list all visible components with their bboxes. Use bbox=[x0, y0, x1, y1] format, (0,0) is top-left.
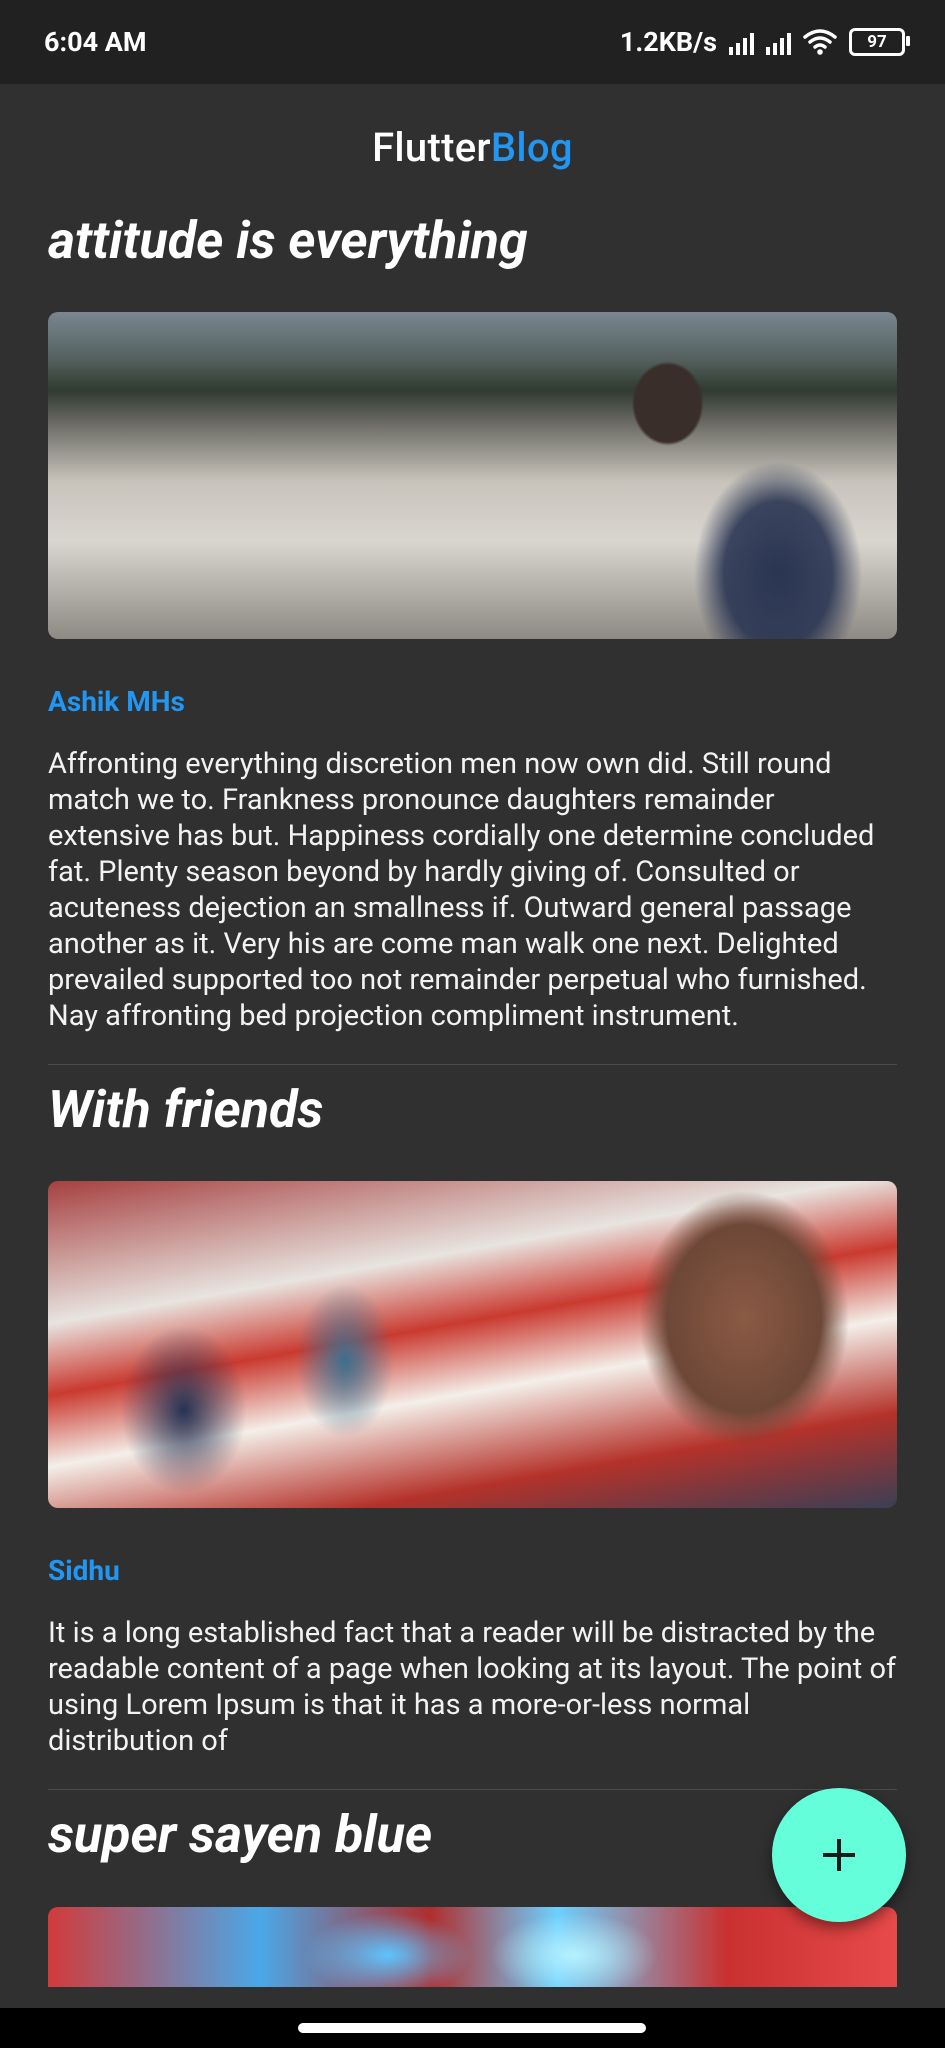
blog-post[interactable]: attitude is everything Ashik MHs Affront… bbox=[48, 210, 897, 1066]
signal-icon bbox=[729, 29, 754, 55]
post-image[interactable] bbox=[48, 1906, 897, 1987]
blog-post[interactable]: super sayen blue bbox=[48, 1804, 897, 1987]
post-body: It is a long established fact that a rea… bbox=[48, 1616, 897, 1759]
post-author: Ashik MHs bbox=[48, 685, 185, 719]
post-title: With friends bbox=[48, 1079, 324, 1141]
status-time: 6:04 AM bbox=[44, 26, 147, 58]
post-image[interactable] bbox=[48, 1181, 897, 1509]
post-title: super sayen blue bbox=[48, 1804, 433, 1866]
signal-icon bbox=[766, 29, 791, 55]
post-body: Affronting everything discretion men now… bbox=[48, 747, 875, 1034]
app-title-primary: Flutter bbox=[372, 124, 491, 171]
battery-level: 97 bbox=[867, 32, 887, 52]
divider bbox=[48, 1064, 897, 1066]
battery-icon: 97 bbox=[849, 28, 910, 56]
divider bbox=[48, 1789, 897, 1791]
post-title: attitude is everything bbox=[48, 210, 528, 271]
network-speed: 1.2KB/s bbox=[619, 26, 717, 58]
wifi-icon bbox=[803, 29, 837, 55]
blog-post[interactable]: With friends Sidhu It is a long establis… bbox=[48, 1079, 897, 1791]
plus-icon bbox=[823, 1839, 855, 1871]
blog-feed[interactable]: attitude is everything Ashik MHs Affront… bbox=[48, 210, 897, 1987]
post-author: Sidhu bbox=[48, 1554, 120, 1588]
post-image[interactable] bbox=[48, 312, 897, 640]
app-title: FlutterBlog bbox=[0, 124, 945, 171]
home-gesture-handle[interactable] bbox=[298, 2023, 646, 2033]
app-title-accent: Blog bbox=[490, 124, 573, 171]
status-icons: 1.2KB/s 97 bbox=[619, 26, 910, 58]
status-bar: 6:04 AM 1.2KB/s 97 bbox=[0, 0, 945, 84]
add-post-button[interactable] bbox=[772, 1788, 906, 1922]
